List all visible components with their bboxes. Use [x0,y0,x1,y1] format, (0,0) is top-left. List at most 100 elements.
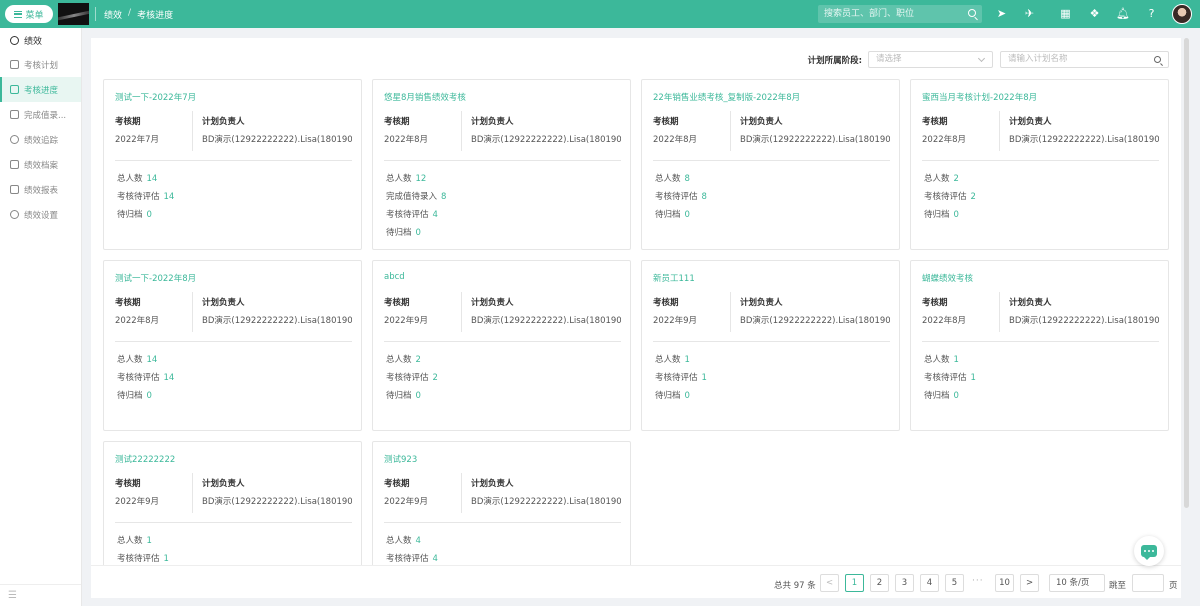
stat-value[interactable]: 0 [416,391,421,401]
stat-value[interactable]: 2 [954,174,959,184]
plan-title[interactable]: 蜜西当月考核计划-2022年8月 [922,91,1037,103]
stat-value[interactable]: 4 [433,210,438,220]
user-avatar[interactable] [1172,4,1192,24]
period-header: 考核期 [384,298,410,308]
stat-value[interactable]: 1 [954,355,959,365]
stat-value[interactable]: 2 [971,192,976,202]
stat-value[interactable]: 0 [954,391,959,401]
stat-value[interactable]: 2 [433,373,438,383]
plan-card[interactable]: 悠星8月销售绩效考核 考核期 计划负责人 2022年8月 BD演示(1292222222… [372,79,631,250]
stat-value[interactable]: 14 [147,174,158,184]
menu-button[interactable]: 菜单 [5,5,53,23]
plan-title[interactable]: 测试923 [384,453,417,465]
plan-title[interactable]: 22年销售业绩考核_复制版-2022年8月 [653,91,800,103]
plan-title[interactable]: 测试一下-2022年8月 [115,272,196,284]
archive-icon [10,160,19,169]
stat-row: 考核待评估 4 [386,208,446,226]
plan-card[interactable]: 测试923 考核期 计划负责人 2022年9月 BD演示(12922222222).Li… [372,441,631,565]
plan-card[interactable]: 新员工111 考核期 计划负责人 2022年9月 BD演示(12922222222).L… [641,260,900,431]
chat-button[interactable] [1134,536,1164,566]
page-3-button[interactable]: 3 [895,574,914,592]
stat-value[interactable]: 12 [416,174,427,184]
page-size-select[interactable]: 10 条/页 [1049,574,1105,592]
plan-title[interactable]: 悠星8月销售绩效考核 [384,91,466,103]
sidebar-item-progress[interactable]: 考核进度 [0,77,81,102]
plan-card[interactable]: 测试一下-2022年8月 考核期 计划负责人 2022年8月 BD演示(12922222… [103,260,362,431]
search-icon[interactable] [968,9,976,17]
plan-title[interactable]: 测试一下-2022年7月 [115,91,196,103]
company-logo[interactable] [58,3,89,25]
bell-icon[interactable]: 🔔︎ [1116,7,1130,20]
stat-value[interactable]: 4 [433,554,438,564]
stat-value[interactable]: 0 [685,210,690,220]
period-header: 考核期 [653,298,679,308]
search-icon[interactable] [1154,56,1161,63]
stat-value[interactable]: 14 [147,355,158,365]
plan-card[interactable]: abcd 考核期 计划负责人 2022年9月 BD演示(12922222222).Lis… [372,260,631,431]
page-5-button[interactable]: 5 [945,574,964,592]
sidebar-item-settings[interactable]: 绩效设置 [0,202,81,227]
stat-value[interactable]: 0 [685,391,690,401]
sidebar-item-tracking[interactable]: 绩效追踪 [0,127,81,152]
stat-value[interactable]: 0 [147,210,152,220]
stat-label: 总人数 [117,174,143,184]
prev-page-button[interactable]: < [820,574,839,592]
stat-value[interactable]: 1 [164,554,169,564]
section-divider [384,522,621,523]
stat-label: 总人数 [655,355,681,365]
help-icon[interactable]: ? [1145,7,1158,20]
breadcrumb-separator: / [128,7,132,18]
period-header: 考核期 [115,479,141,489]
plan-title[interactable]: abcd [384,272,405,282]
stage-select[interactable]: 请选择 [868,51,993,68]
plan-card[interactable]: 22年销售业绩考核_复制版-2022年8月 考核期 计划负责人 2022年8月 BD演示… [641,79,900,250]
plan-card[interactable]: 测试一下-2022年7月 考核期 计划负责人 2022年7月 BD演示(12922222… [103,79,362,250]
stat-value[interactable]: 0 [147,391,152,401]
page-1-button[interactable]: 1 [845,574,864,592]
section-divider [922,341,1159,342]
send-icon[interactable]: ✈ [1023,7,1036,20]
stat-value[interactable]: 8 [685,174,690,184]
plan-card[interactable]: 蝴蝶绩效考核 考核期 计划负责人 2022年8月 BD演示(12922222222).L… [910,260,1169,431]
sidebar-header[interactable]: 绩效 [0,28,81,52]
scrollbar[interactable] [1184,38,1189,508]
breadcrumb-item-performance[interactable]: 绩效 [104,8,122,21]
stat-value[interactable]: 1 [147,536,152,546]
sidebar-collapse-button[interactable]: ☰ [0,584,81,606]
sidebar-item-report[interactable]: 绩效报表 [0,177,81,202]
stat-value[interactable]: 1 [702,373,707,383]
cursor-icon[interactable]: ➤ [995,7,1008,20]
stat-value[interactable]: 1 [685,355,690,365]
stat-row: 考核待评估 1 [655,371,707,389]
page-2-button[interactable]: 2 [870,574,889,592]
stats-list: 总人数 14 考核待评估 14 待归档 0 [117,353,174,407]
global-search-input[interactable]: 搜索员工、部门、职位 [818,5,982,23]
stat-value[interactable]: 4 [416,536,421,546]
qrcode-icon[interactable]: ▦ [1059,7,1072,20]
page-10-button[interactable]: 10 [995,574,1014,592]
stat-value[interactable]: 14 [164,373,175,383]
stat-value[interactable]: 0 [416,228,421,238]
next-page-button[interactable]: > [1020,574,1039,592]
stat-value[interactable]: 1 [971,373,976,383]
page-ellipsis[interactable]: ··· [972,576,984,586]
plan-card[interactable]: 蜜西当月考核计划-2022年8月 考核期 计划负责人 2022年8月 BD演示(1292… [910,79,1169,250]
plan-title[interactable]: 测试22222222 [115,453,175,465]
stat-value[interactable]: 2 [416,355,421,365]
stat-value[interactable]: 8 [441,192,446,202]
stat-value[interactable]: 8 [702,192,707,202]
sidebar-item-archive[interactable]: 绩效档案 [0,152,81,177]
plan-title[interactable]: 新员工111 [653,272,695,284]
period-value: 2022年9月 [115,497,160,507]
plan-card[interactable]: 测试22222222 考核期 计划负责人 2022年9月 BD演示(1292222222… [103,441,362,565]
sidebar-item-plan[interactable]: 考核计划 [0,52,81,77]
stat-value[interactable]: 0 [954,210,959,220]
plan-name-search-input[interactable]: 请输入计划名称 [1000,51,1169,68]
plan-title[interactable]: 蝴蝶绩效考核 [922,272,973,284]
sidebar-item-value-entry[interactable]: 完成值录... [0,102,81,127]
stat-label: 考核待评估 [655,373,698,383]
page-4-button[interactable]: 4 [920,574,939,592]
jump-page-input[interactable] [1132,574,1164,592]
stat-value[interactable]: 14 [164,192,175,202]
apps-icon[interactable]: ❖ [1088,7,1101,20]
